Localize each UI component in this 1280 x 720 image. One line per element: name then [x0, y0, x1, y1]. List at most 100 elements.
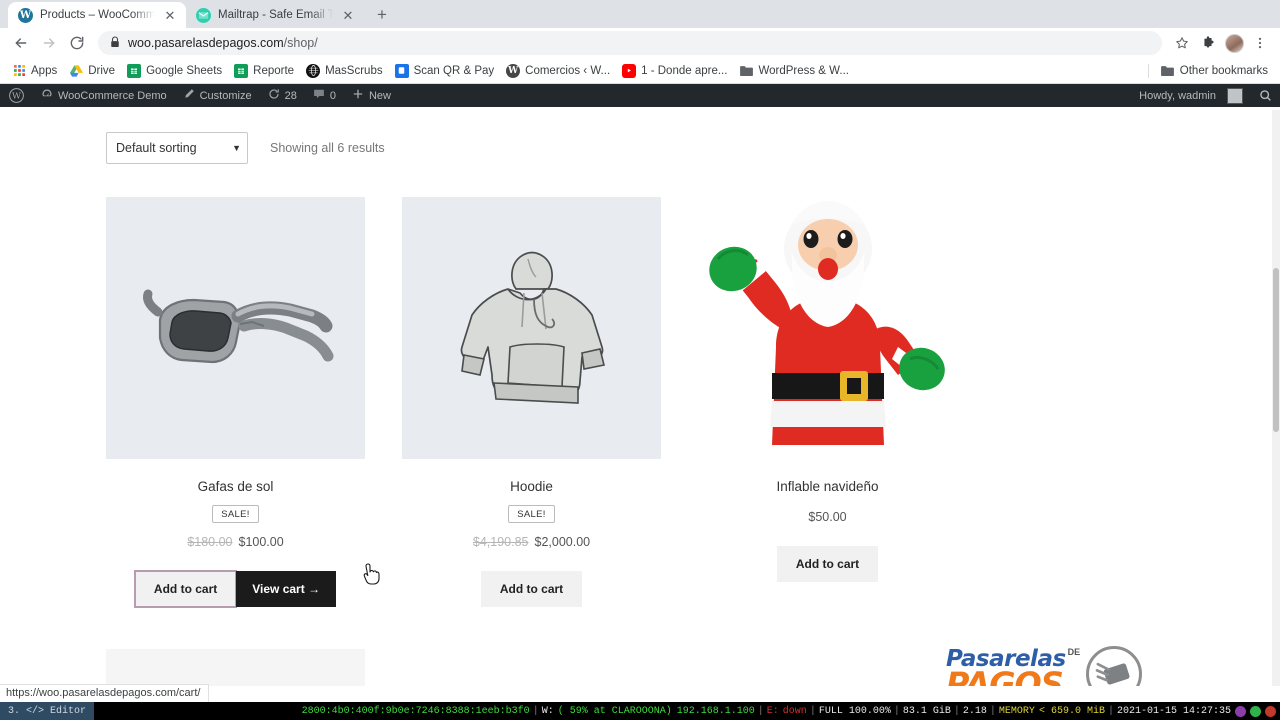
reload-icon[interactable]: [64, 30, 90, 56]
result-count: Showing all 6 results: [270, 141, 385, 155]
disk-free: 83.1 GiB: [902, 705, 951, 717]
search-icon[interactable]: [1251, 84, 1280, 107]
dashboard-icon: [41, 88, 53, 103]
inflatable-santa-image[interactable]: [698, 197, 957, 459]
red-icon[interactable]: [1265, 705, 1276, 717]
bookmark-label: Reporte: [253, 64, 295, 77]
divider: [1147, 63, 1149, 78]
old-price: $180.00: [187, 535, 233, 549]
product-card[interactable]: Hoodie SALE! $4,190.85 $2,000.00 Add to c…: [402, 197, 661, 607]
scrollbar-thumb[interactable]: [1273, 268, 1279, 432]
page-content: Default sorting ▼ Showing all 6 results: [0, 110, 1272, 686]
admin-bar-comments[interactable]: 0: [305, 84, 344, 107]
purple-icon[interactable]: [1235, 705, 1246, 717]
product-title[interactable]: Hoodie: [402, 479, 661, 494]
chevron-down-icon: ▼: [232, 143, 241, 153]
ethernet-state: down: [782, 705, 807, 717]
product-card[interactable]: [106, 649, 365, 686]
divider: |: [953, 705, 960, 717]
bookmark-scan-qr-pay[interactable]: Scan QR & Pay: [389, 62, 501, 80]
logo-word-de: DE: [1067, 646, 1081, 657]
divider: |: [809, 705, 816, 717]
other-bookmarks-label: Other bookmarks: [1179, 64, 1268, 77]
youtube-icon: [622, 63, 637, 78]
admin-bar-new[interactable]: New: [344, 84, 399, 107]
product-card[interactable]: Gafas de sol SALE! $180.00 $100.00 Add to…: [106, 197, 365, 608]
datetime: 2021-01-15 14:27:35: [1116, 705, 1231, 717]
product-price: $4,190.85 $2,000.00: [402, 535, 661, 549]
workspace-indicator[interactable]: 3. </> Editor: [0, 702, 95, 720]
status-badge: SALE!: [212, 505, 259, 523]
admin-bar-customize[interactable]: Customize: [175, 84, 260, 107]
sunglasses-image[interactable]: [106, 197, 365, 459]
bookmark-masscrubs[interactable]: MasScrubs: [300, 62, 389, 80]
green-icon[interactable]: [1250, 705, 1261, 717]
admin-bar-updates[interactable]: 28: [260, 84, 305, 107]
add-to-cart-button[interactable]: Add to cart: [480, 571, 583, 607]
forward-icon[interactable]: [36, 30, 62, 56]
address-bar[interactable]: woo.pasarelasdepagos.com/shop/: [98, 31, 1162, 55]
updates-circle-icon: [268, 88, 280, 103]
profile-avatar[interactable]: [1222, 31, 1246, 55]
add-to-cart-button[interactable]: Add to cart: [776, 546, 879, 582]
pizza-image[interactable]: [106, 649, 365, 686]
current-price: $50.00: [808, 510, 847, 524]
admin-bar-site-name[interactable]: WooCommerce Demo: [33, 84, 175, 107]
comments-count: 0: [329, 89, 336, 102]
browser-window: W Products – WooCommerce ✕ Mailtrap - Sa…: [0, 0, 1280, 720]
mouse-cursor-pointer: [363, 563, 380, 590]
extensions-icon[interactable]: [1196, 31, 1220, 55]
bookmark-comercios[interactable]: W Comercios ‹ W...: [500, 62, 616, 80]
add-to-cart-button[interactable]: Add to cart: [133, 570, 238, 608]
product-actions: Add to cart: [402, 571, 661, 607]
divider: |: [757, 705, 764, 717]
star-icon[interactable]: [1170, 31, 1194, 55]
wordpress-logo-icon[interactable]: W: [0, 84, 33, 107]
bookmark-donde-aprender[interactable]: 1 - Donde apre...: [616, 62, 733, 80]
lan-ip: 192.168.1.100: [676, 705, 755, 717]
bookmark-wordpress-folder[interactable]: WordPress & W...: [733, 62, 855, 80]
hoodie-image[interactable]: [402, 197, 661, 459]
product-card[interactable]: Inflable navideño $50.00 Add to cart: [698, 197, 957, 607]
close-icon[interactable]: ✕: [340, 7, 356, 23]
globe-dark-icon: [306, 63, 321, 78]
lock-icon: [110, 35, 120, 51]
google-sheets-icon: [234, 63, 249, 78]
other-bookmarks-area: Other bookmarks: [1147, 62, 1274, 80]
new-tab-button[interactable]: +: [368, 2, 396, 28]
apps-grid-icon: [12, 64, 26, 78]
tab-mailtrap[interactable]: Mailtrap - Safe Email Testi ✕: [186, 2, 364, 28]
product-grid: Gafas de sol SALE! $180.00 $100.00 Add to…: [106, 197, 1166, 608]
view-cart-label: View cart: [252, 582, 305, 596]
bookmark-label: 1 - Donde apre...: [641, 64, 728, 77]
logo-word-pagos: PAGOS: [946, 664, 1064, 686]
bookmark-apps[interactable]: Apps: [6, 62, 63, 80]
back-icon[interactable]: [8, 30, 34, 56]
menu-kebab-icon[interactable]: [1248, 31, 1272, 55]
product-title[interactable]: Gafas de sol: [106, 479, 365, 494]
card-swipe-icon: [1086, 646, 1143, 686]
user-avatar: [1227, 87, 1243, 104]
sorting-selected-value: Default sorting: [116, 141, 197, 155]
other-bookmarks-button[interactable]: Other bookmarks: [1155, 62, 1274, 80]
status-badge: SALE!: [508, 505, 555, 523]
admin-bar-greeting[interactable]: Howdy, wadmin: [1131, 84, 1251, 107]
bookmark-reporte[interactable]: Reporte: [228, 62, 300, 80]
bookmarks-bar: Apps Drive Google Sheets Reporte MasScru…: [0, 58, 1280, 84]
admin-bar-right: Howdy, wadmin: [1131, 84, 1280, 107]
google-sheets-icon: [127, 63, 142, 78]
page-scrollbar[interactable]: [1272, 110, 1280, 686]
url-host: woo.pasarelasdepagos.com: [128, 36, 284, 50]
site-footer-logo: Pasarelas DE PAGOS: [946, 646, 1143, 686]
tab-products-woocommerce[interactable]: W Products – WooCommerce ✕: [8, 2, 186, 28]
sorting-select[interactable]: Default sorting ▼: [106, 132, 248, 164]
new-label: New: [368, 89, 391, 102]
product-title[interactable]: Inflable navideño: [698, 479, 957, 494]
bookmark-label: Drive: [88, 64, 116, 77]
bookmark-label: Google Sheets: [146, 64, 223, 77]
bookmark-drive[interactable]: Drive: [63, 62, 121, 80]
view-cart-button[interactable]: View cart →: [236, 571, 337, 607]
bookmark-google-sheets[interactable]: Google Sheets: [121, 62, 228, 80]
close-icon[interactable]: ✕: [162, 7, 178, 23]
blue-square-icon: [394, 63, 409, 78]
